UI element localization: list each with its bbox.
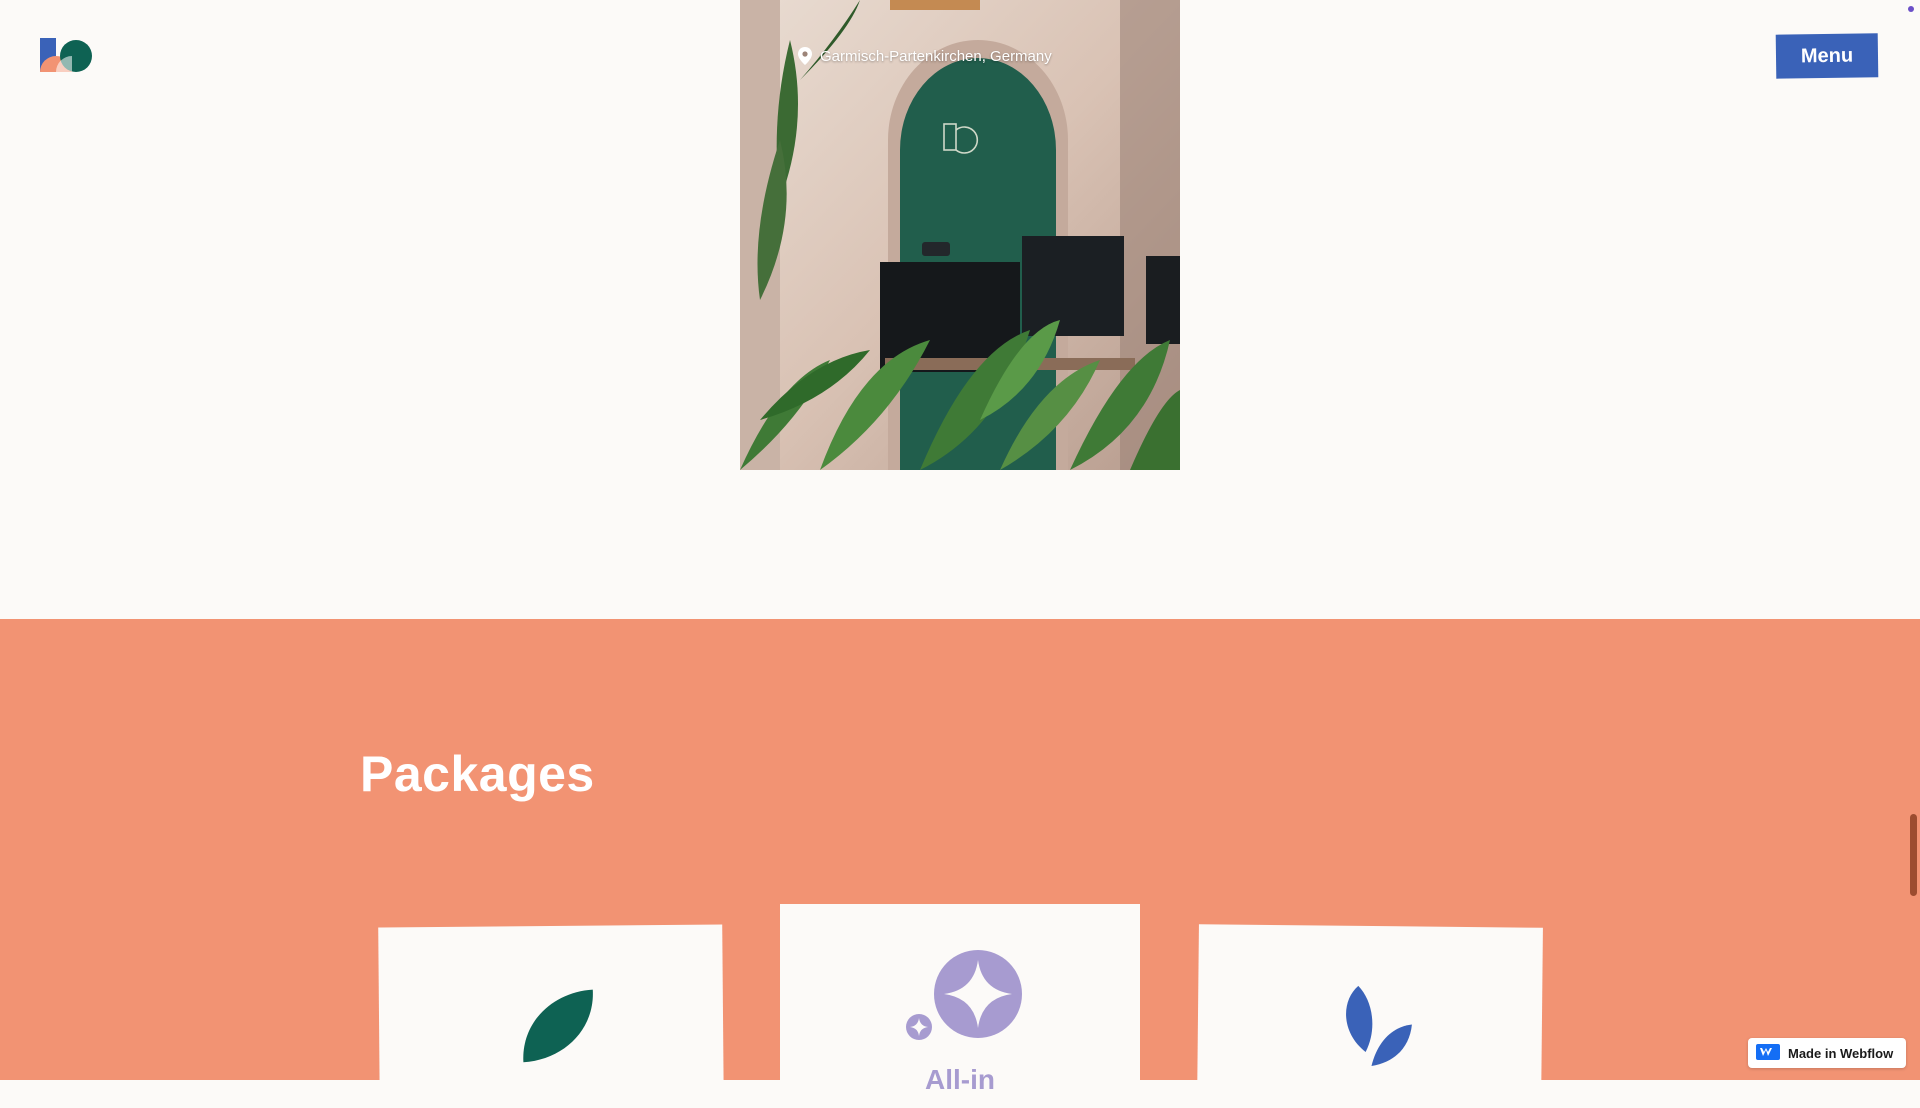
package-card-3[interactable] <box>1197 924 1543 1108</box>
brand-logo-icon[interactable] <box>38 36 94 76</box>
small-sparkle-icon <box>906 1014 932 1045</box>
package-card-1[interactable] <box>378 924 724 1108</box>
location-text: Garmisch-Partenkirchen, Germany <box>820 47 1052 65</box>
packages-section: Packages All-in <box>0 619 1920 1108</box>
sparkle-star-icon <box>934 950 1022 1043</box>
twin-leaves-icon <box>1337 982 1418 1074</box>
package-card-2[interactable]: All-in <box>780 904 1140 1104</box>
webflow-icon <box>1756 1043 1780 1063</box>
made-in-webflow-badge[interactable]: Made in Webflow <box>1748 1038 1906 1068</box>
menu-button[interactable]: Menu <box>1775 33 1879 79</box>
scrollbar-thumb[interactable] <box>1910 814 1917 896</box>
map-pin-icon <box>798 47 812 65</box>
corner-indicator-dot <box>1908 6 1914 12</box>
webflow-badge-label: Made in Webflow <box>1788 1045 1894 1061</box>
package-card-title: All-in <box>925 1064 995 1095</box>
hero-photo: Garmisch-Partenkirchen, Germany <box>740 0 1180 470</box>
leaf-icon <box>517 986 598 1072</box>
packages-title: Packages <box>360 746 595 802</box>
location-label: Garmisch-Partenkirchen, Germany <box>798 47 1052 65</box>
